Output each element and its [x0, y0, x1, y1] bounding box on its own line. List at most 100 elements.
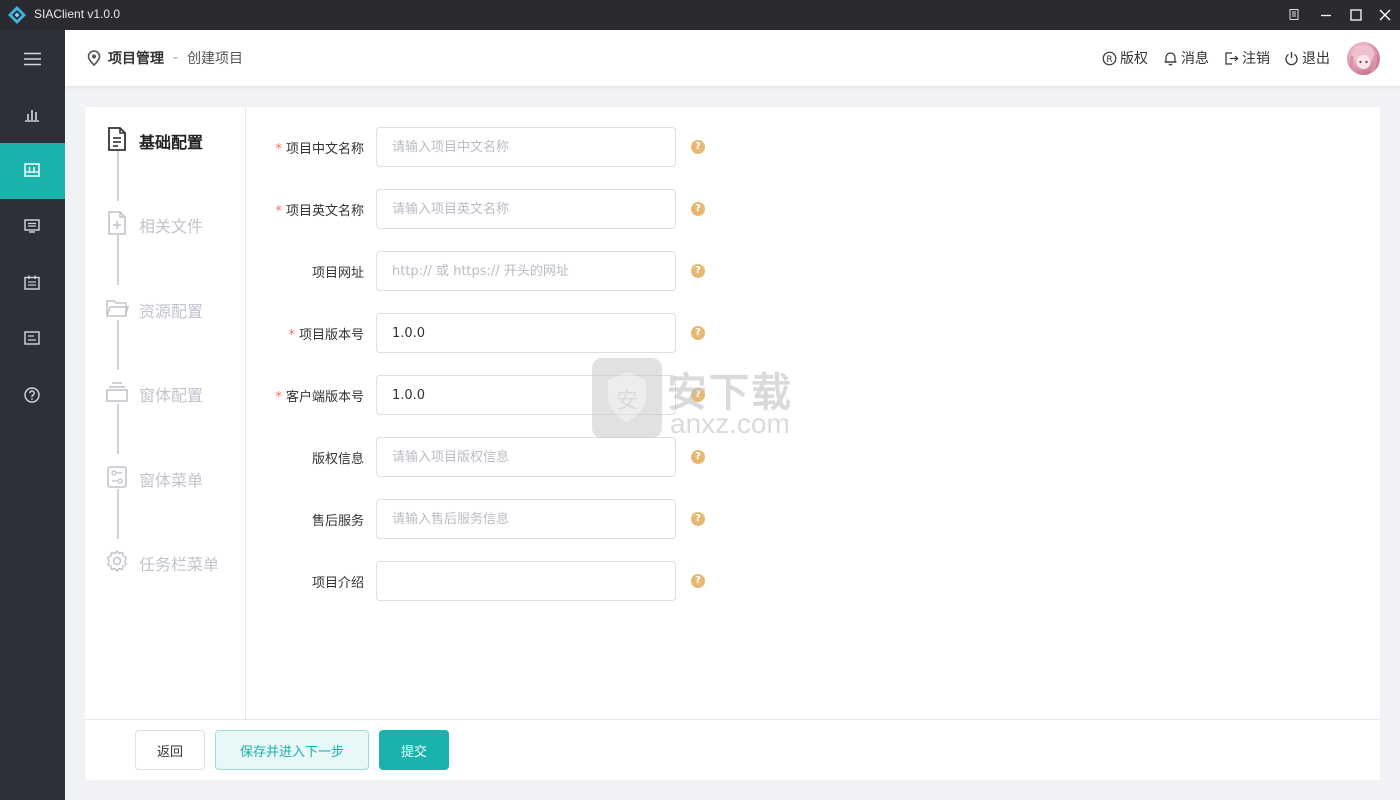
file-add-icon: [108, 211, 126, 235]
copyright-icon: R: [1102, 51, 1117, 65]
sidebar-item-monitor[interactable]: [0, 199, 65, 255]
sidebar-item-dashboard[interactable]: [0, 88, 65, 144]
step-label: 窗体配置: [139, 386, 204, 405]
back-button[interactable]: 返回: [135, 730, 205, 770]
pin-window-icon[interactable]: [1280, 0, 1310, 30]
help-icon[interactable]: ?: [691, 388, 705, 402]
form-row-project-version: *项目版本号 ?: [261, 313, 721, 353]
project-url-input[interactable]: [376, 251, 676, 291]
sidebar: [0, 30, 65, 800]
messages-button[interactable]: 消息: [1163, 49, 1209, 67]
form-row-project-name-cn: *项目中文名称 ?: [261, 127, 721, 167]
app-logo-icon: [8, 6, 26, 24]
window-titlebar: SIAClient v1.0.0: [0, 0, 1400, 30]
step-connector: [117, 320, 119, 370]
breadcrumb-separator: -: [173, 50, 179, 66]
field-label: * 项目中文名称: [275, 142, 364, 157]
form-footer: 返回 保存并进入下一步 提交: [85, 719, 1380, 780]
save-and-next-button[interactable]: 保存并进入下一步: [215, 730, 369, 770]
window-title: SIAClient v1.0.0: [34, 7, 121, 21]
location-pin-icon: [87, 50, 101, 66]
copyright-label: 版权: [1120, 51, 1148, 67]
required-mark: *: [288, 328, 295, 343]
svg-text:R: R: [1106, 55, 1112, 65]
form-row-project-intro: 项目介绍 ?: [261, 561, 721, 601]
maximize-button[interactable]: [1341, 0, 1371, 30]
step-connector: [117, 235, 119, 285]
form-row-after-sales: 售后服务 ?: [261, 499, 721, 539]
sidebar-item-projects[interactable]: [0, 143, 65, 199]
sidebar-item-help[interactable]: [0, 367, 65, 423]
help-icon[interactable]: ?: [691, 574, 705, 588]
help-icon[interactable]: ?: [691, 264, 705, 278]
window-icon: [106, 382, 128, 402]
field-label: 版权信息: [311, 452, 364, 467]
logout-icon: [1225, 51, 1239, 65]
logout-label: 注销: [1242, 51, 1270, 67]
bell-icon: [1164, 51, 1177, 65]
project-name-cn-input[interactable]: [376, 127, 676, 167]
close-button[interactable]: [1370, 0, 1400, 30]
copyright-button[interactable]: R 版权: [1102, 49, 1148, 67]
help-icon[interactable]: ?: [691, 512, 705, 526]
chart-icon: [25, 110, 39, 122]
menu-settings-icon: [107, 466, 127, 488]
field-label: * 客户端版本号: [275, 390, 364, 405]
gear-icon: [106, 550, 128, 572]
help-icon[interactable]: ?: [691, 450, 705, 464]
help-icon[interactable]: ?: [691, 140, 705, 154]
field-label: * 项目版本号: [288, 328, 364, 343]
messages-label: 消息: [1181, 51, 1209, 67]
sidebar-item-documents[interactable]: [0, 311, 65, 367]
step-navigation: 基础配置 相关文件 资源配置 窗体配置 窗体菜单 任务栏菜单: [85, 107, 246, 719]
help-icon[interactable]: ?: [691, 202, 705, 216]
form-row-project-name-en: *项目英文名称 ?: [261, 189, 721, 229]
breadcrumb-current-page: 创建项目: [187, 51, 244, 67]
logout-button[interactable]: 注销: [1224, 49, 1270, 67]
sidebar-item-calendar[interactable]: [0, 255, 65, 311]
breadcrumb-section[interactable]: 项目管理: [108, 48, 164, 68]
project-name-en-input[interactable]: [376, 189, 676, 229]
file-text-icon: [108, 127, 126, 151]
sidebar-menu-toggle[interactable]: [0, 32, 65, 88]
power-icon: [1285, 51, 1298, 65]
required-mark: *: [275, 390, 282, 405]
step-label: 资源配置: [139, 302, 204, 321]
create-project-card: 基础配置 相关文件 资源配置 窗体配置 窗体菜单 任务栏菜单 *项目中文名称 ?…: [85, 107, 1380, 780]
field-label: 项目网址: [311, 266, 364, 281]
required-mark: *: [275, 142, 282, 157]
project-intro-input[interactable]: [376, 561, 676, 601]
step-label: 相关文件: [139, 217, 204, 236]
submit-button[interactable]: 提交: [379, 730, 449, 770]
step-connector: [117, 151, 119, 201]
field-label: * 项目英文名称: [275, 204, 364, 219]
help-icon[interactable]: ?: [691, 326, 705, 340]
menu-icon: [24, 52, 41, 66]
top-header: 项目管理 - 创建项目 R 版权 消息 注销 退出: [65, 30, 1400, 86]
folder-icon: [106, 300, 129, 317]
minimize-button[interactable]: [1311, 0, 1341, 30]
project-icon: [24, 163, 40, 177]
step-label: 基础配置: [139, 133, 204, 152]
copyright-input[interactable]: [376, 437, 676, 477]
step-connector: [117, 404, 119, 454]
calendar-icon: [24, 275, 40, 290]
breadcrumb: 项目管理 - 创建项目: [87, 48, 243, 68]
form-row-project-url: 项目网址 ?: [261, 251, 721, 291]
field-label: 售后服务: [311, 514, 364, 529]
form-row-copyright: 版权信息 ?: [261, 437, 721, 477]
form-row-client-version: *客户端版本号 ?: [261, 375, 721, 415]
exit-button[interactable]: 退出: [1284, 49, 1330, 67]
document-icon: [24, 331, 40, 345]
step-label: 窗体菜单: [139, 471, 204, 490]
monitor-icon: [24, 219, 40, 233]
project-version-input[interactable]: [376, 313, 676, 353]
after-sales-input[interactable]: [376, 499, 676, 539]
field-label: 项目介绍: [311, 576, 364, 591]
required-mark: *: [275, 204, 282, 219]
step-label: 任务栏菜单: [139, 555, 220, 574]
exit-label: 退出: [1302, 51, 1330, 67]
avatar[interactable]: [1347, 42, 1380, 75]
step-connector: [117, 489, 119, 539]
client-version-input[interactable]: [376, 375, 676, 415]
